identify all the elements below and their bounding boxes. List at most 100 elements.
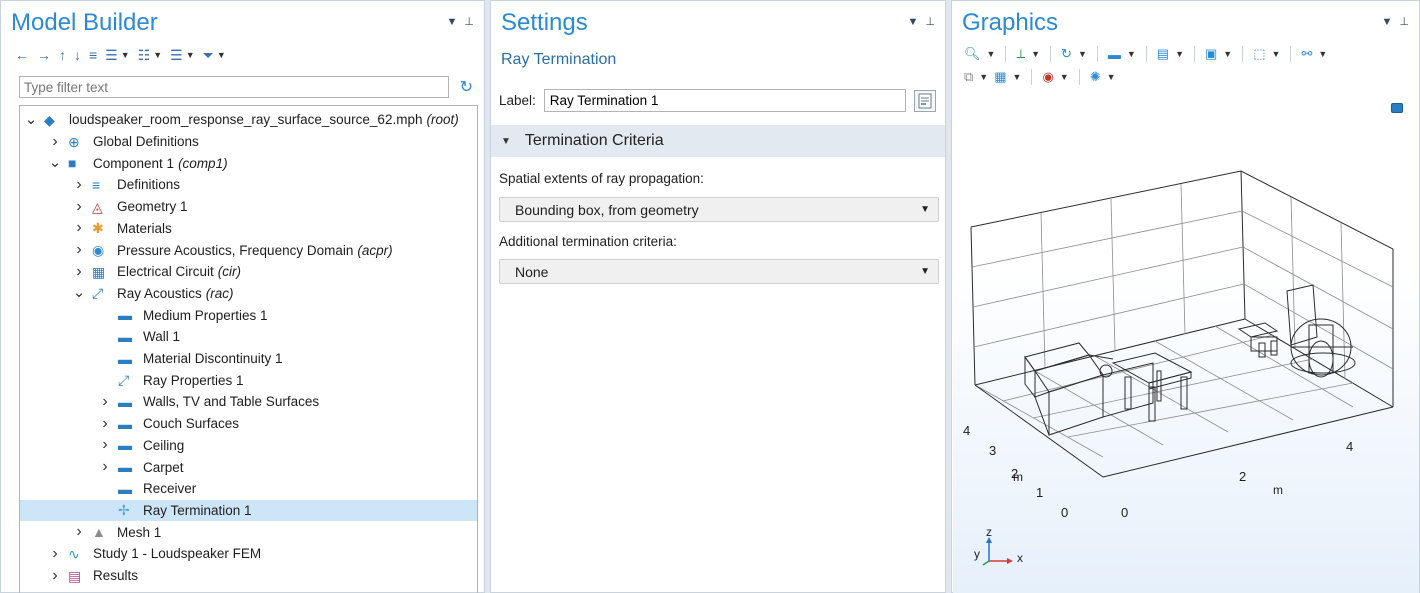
chevron-down-icon[interactable]: ▼ [1318,49,1327,59]
chevron-right-icon[interactable]: › [48,133,62,151]
pin-icon[interactable]: ⊥ [464,16,476,28]
tree-item[interactable]: › ⊕ Global Definitions [20,131,477,153]
tree-item[interactable]: › ▦ Electrical Circuit (cir) [20,261,477,283]
additional-criteria-select[interactable]: None ▼ [499,259,939,284]
model-builder-toolbar: ← → ↑ ↓ ≡ ☰ ▼ ☷ ▼ ☰ ▼ ⏷ ▼ [15,45,226,65]
link-icon[interactable]: ⚯ [1301,46,1312,62]
pane-controls[interactable]: ▼ ⊥ [907,15,937,28]
tree-item[interactable]: › ▬ Ceiling [20,435,477,457]
tree-item[interactable]: ▬ Medium Properties 1 [20,304,477,326]
chevron-right-icon[interactable]: › [98,436,112,454]
pane-menu-icon[interactable]: ▼ [1381,16,1394,28]
select-objects-icon[interactable]: ⬚ [1253,46,1265,62]
tree-item[interactable]: ▬ Wall 1 [20,326,477,348]
filter-icon[interactable]: ⏷ [203,47,214,64]
pane-menu-icon[interactable]: ▼ [446,16,459,28]
tree-item[interactable]: › ▤ Results [20,565,477,587]
chevron-right-icon[interactable]: › [72,219,86,237]
pin-icon[interactable]: ⊥ [925,16,937,28]
y-tick-label: 3 [989,443,997,458]
chevron-down-icon[interactable]: ▼ [1013,72,1022,82]
tree-item[interactable]: ⌄ ◆ loudspeaker_room_response_ray_surface_… [20,109,477,131]
filter-input[interactable] [19,76,449,98]
chevron-down-icon[interactable]: ▼ [987,49,996,59]
forward-arrow-icon[interactable]: → [37,47,51,63]
chevron-right-icon[interactable]: › [72,523,86,541]
chevron-right-icon[interactable]: › [72,176,86,194]
tree-item[interactable]: › ▬ Carpet [20,456,477,478]
tree-item[interactable]: ⌄ ■ Component 1 (comp1) [20,152,477,174]
copy-view-icon[interactable]: ⧉ [964,69,973,85]
list-view-icon[interactable]: ☰ [170,47,183,64]
chevron-down-icon[interactable]: ▼ [1223,49,1232,59]
scene-light-icon[interactable]: ◉ [1042,69,1053,85]
grid-icon[interactable]: ▦ [994,69,1006,85]
tree-item[interactable]: › ≡ Definitions [20,174,477,196]
camera-icon[interactable]: ✺ [1090,69,1101,85]
pane-controls[interactable]: ▼ ⊥ [446,15,476,28]
chevron-right-icon[interactable]: › [98,415,112,433]
tree-item[interactable]: ✢ Ray Termination 1 [20,499,477,522]
chevron-down-icon[interactable]: ⌄ [72,285,86,300]
expand-sections-icon[interactable]: ☰ [105,47,118,64]
electrical-circuit-icon: ▦ [92,263,106,280]
chevron-right-icon[interactable]: › [72,198,86,216]
edit-label-button[interactable] [913,89,936,112]
render-icon[interactable]: ▤ [1157,46,1169,62]
tv-stand-geometry [1237,284,1318,358]
chevron-down-icon[interactable]: ▼ [217,50,226,60]
chevron-down-icon[interactable]: ▼ [1031,49,1040,59]
tree-item[interactable]: › ▬ Couch Surfaces [20,413,477,435]
chevron-right-icon[interactable]: › [48,567,62,585]
spatial-extents-select[interactable]: Bounding box, from geometry ▼ [499,197,939,222]
view-settings-icon[interactable] [1391,103,1403,113]
chevron-right-icon[interactable]: › [98,458,112,476]
chevron-right-icon[interactable]: › [72,263,86,281]
chevron-down-icon[interactable]: ▼ [1078,49,1087,59]
transparency-icon[interactable]: ▣ [1205,46,1217,62]
tree-item[interactable]: › ▬ Walls, TV and Table Surfaces [20,391,477,413]
pane-menu-icon[interactable]: ▼ [907,16,920,28]
chevron-right-icon[interactable]: › [72,241,86,259]
chevron-down-icon[interactable]: ▼ [1127,49,1136,59]
chevron-down-icon[interactable]: ▼ [1272,49,1281,59]
sort-icon[interactable]: ☷ [138,47,151,64]
model-builder-title: Model Builder [11,9,158,36]
tree-item[interactable]: › ◬ Geometry 1 [20,196,477,218]
tree-item[interactable]: › ▲ Mesh 1 [20,521,477,543]
termination-criteria-section[interactable]: ▼ Termination Criteria [491,125,945,157]
tree-item-label: Walls, TV and Table Surfaces [143,394,320,410]
chevron-down-icon[interactable]: ▼ [153,50,162,60]
chevron-down-icon[interactable]: ▼ [1107,72,1116,82]
chevron-down-icon[interactable]: ▼ [1175,49,1184,59]
label-field[interactable] [543,89,906,112]
tree-item[interactable]: › ∿ Study 1 - Loudspeaker FEM [20,543,477,565]
pane-controls[interactable]: ▼ ⊥ [1381,15,1411,28]
chevron-down-icon[interactable]: ⌄ [24,112,38,127]
tree-item[interactable]: › ◉ Pressure Acoustics, Frequency Domain (a… [20,239,477,261]
graphics-canvas[interactable]: 01234 024 m m z y x [953,97,1419,593]
back-arrow-icon[interactable]: ← [15,47,29,63]
chevron-right-icon[interactable]: › [98,393,112,411]
move-down-icon[interactable]: ↓ [74,47,81,63]
tree-item[interactable]: ▬ Receiver [20,478,477,500]
axes-icon[interactable]: ⟂ [1016,46,1025,62]
move-up-icon[interactable]: ↑ [59,47,66,63]
tree-item[interactable]: ⌄ ⤢ Ray Acoustics (rac) [20,283,477,305]
chevron-down-icon[interactable]: ▼ [979,72,988,82]
chevron-down-icon[interactable]: ⌄ [48,155,62,170]
chevron-down-icon[interactable]: ▼ [121,50,130,60]
chevron-down-icon[interactable]: ▼ [1060,72,1069,82]
pin-icon[interactable]: ⊥ [1399,16,1411,28]
refresh-icon[interactable]: ↻ [460,77,473,97]
tree-item[interactable]: ▬ Material Discontinuity 1 [20,348,477,370]
select-box-icon[interactable]: ▬ [1108,47,1121,62]
tree-item[interactable]: › ✱ Materials [20,218,477,240]
collapse-all-icon[interactable]: ≡ [89,47,97,63]
zoom-icon[interactable]: 🔍︎ [964,46,981,62]
tree-item[interactable]: ⤢ Ray Properties 1 [20,369,477,391]
x-tick-label: 0 [1121,505,1129,520]
chevron-down-icon[interactable]: ▼ [186,50,195,60]
rotate-icon[interactable]: ↻ [1061,46,1072,62]
chevron-right-icon[interactable]: › [48,545,62,563]
